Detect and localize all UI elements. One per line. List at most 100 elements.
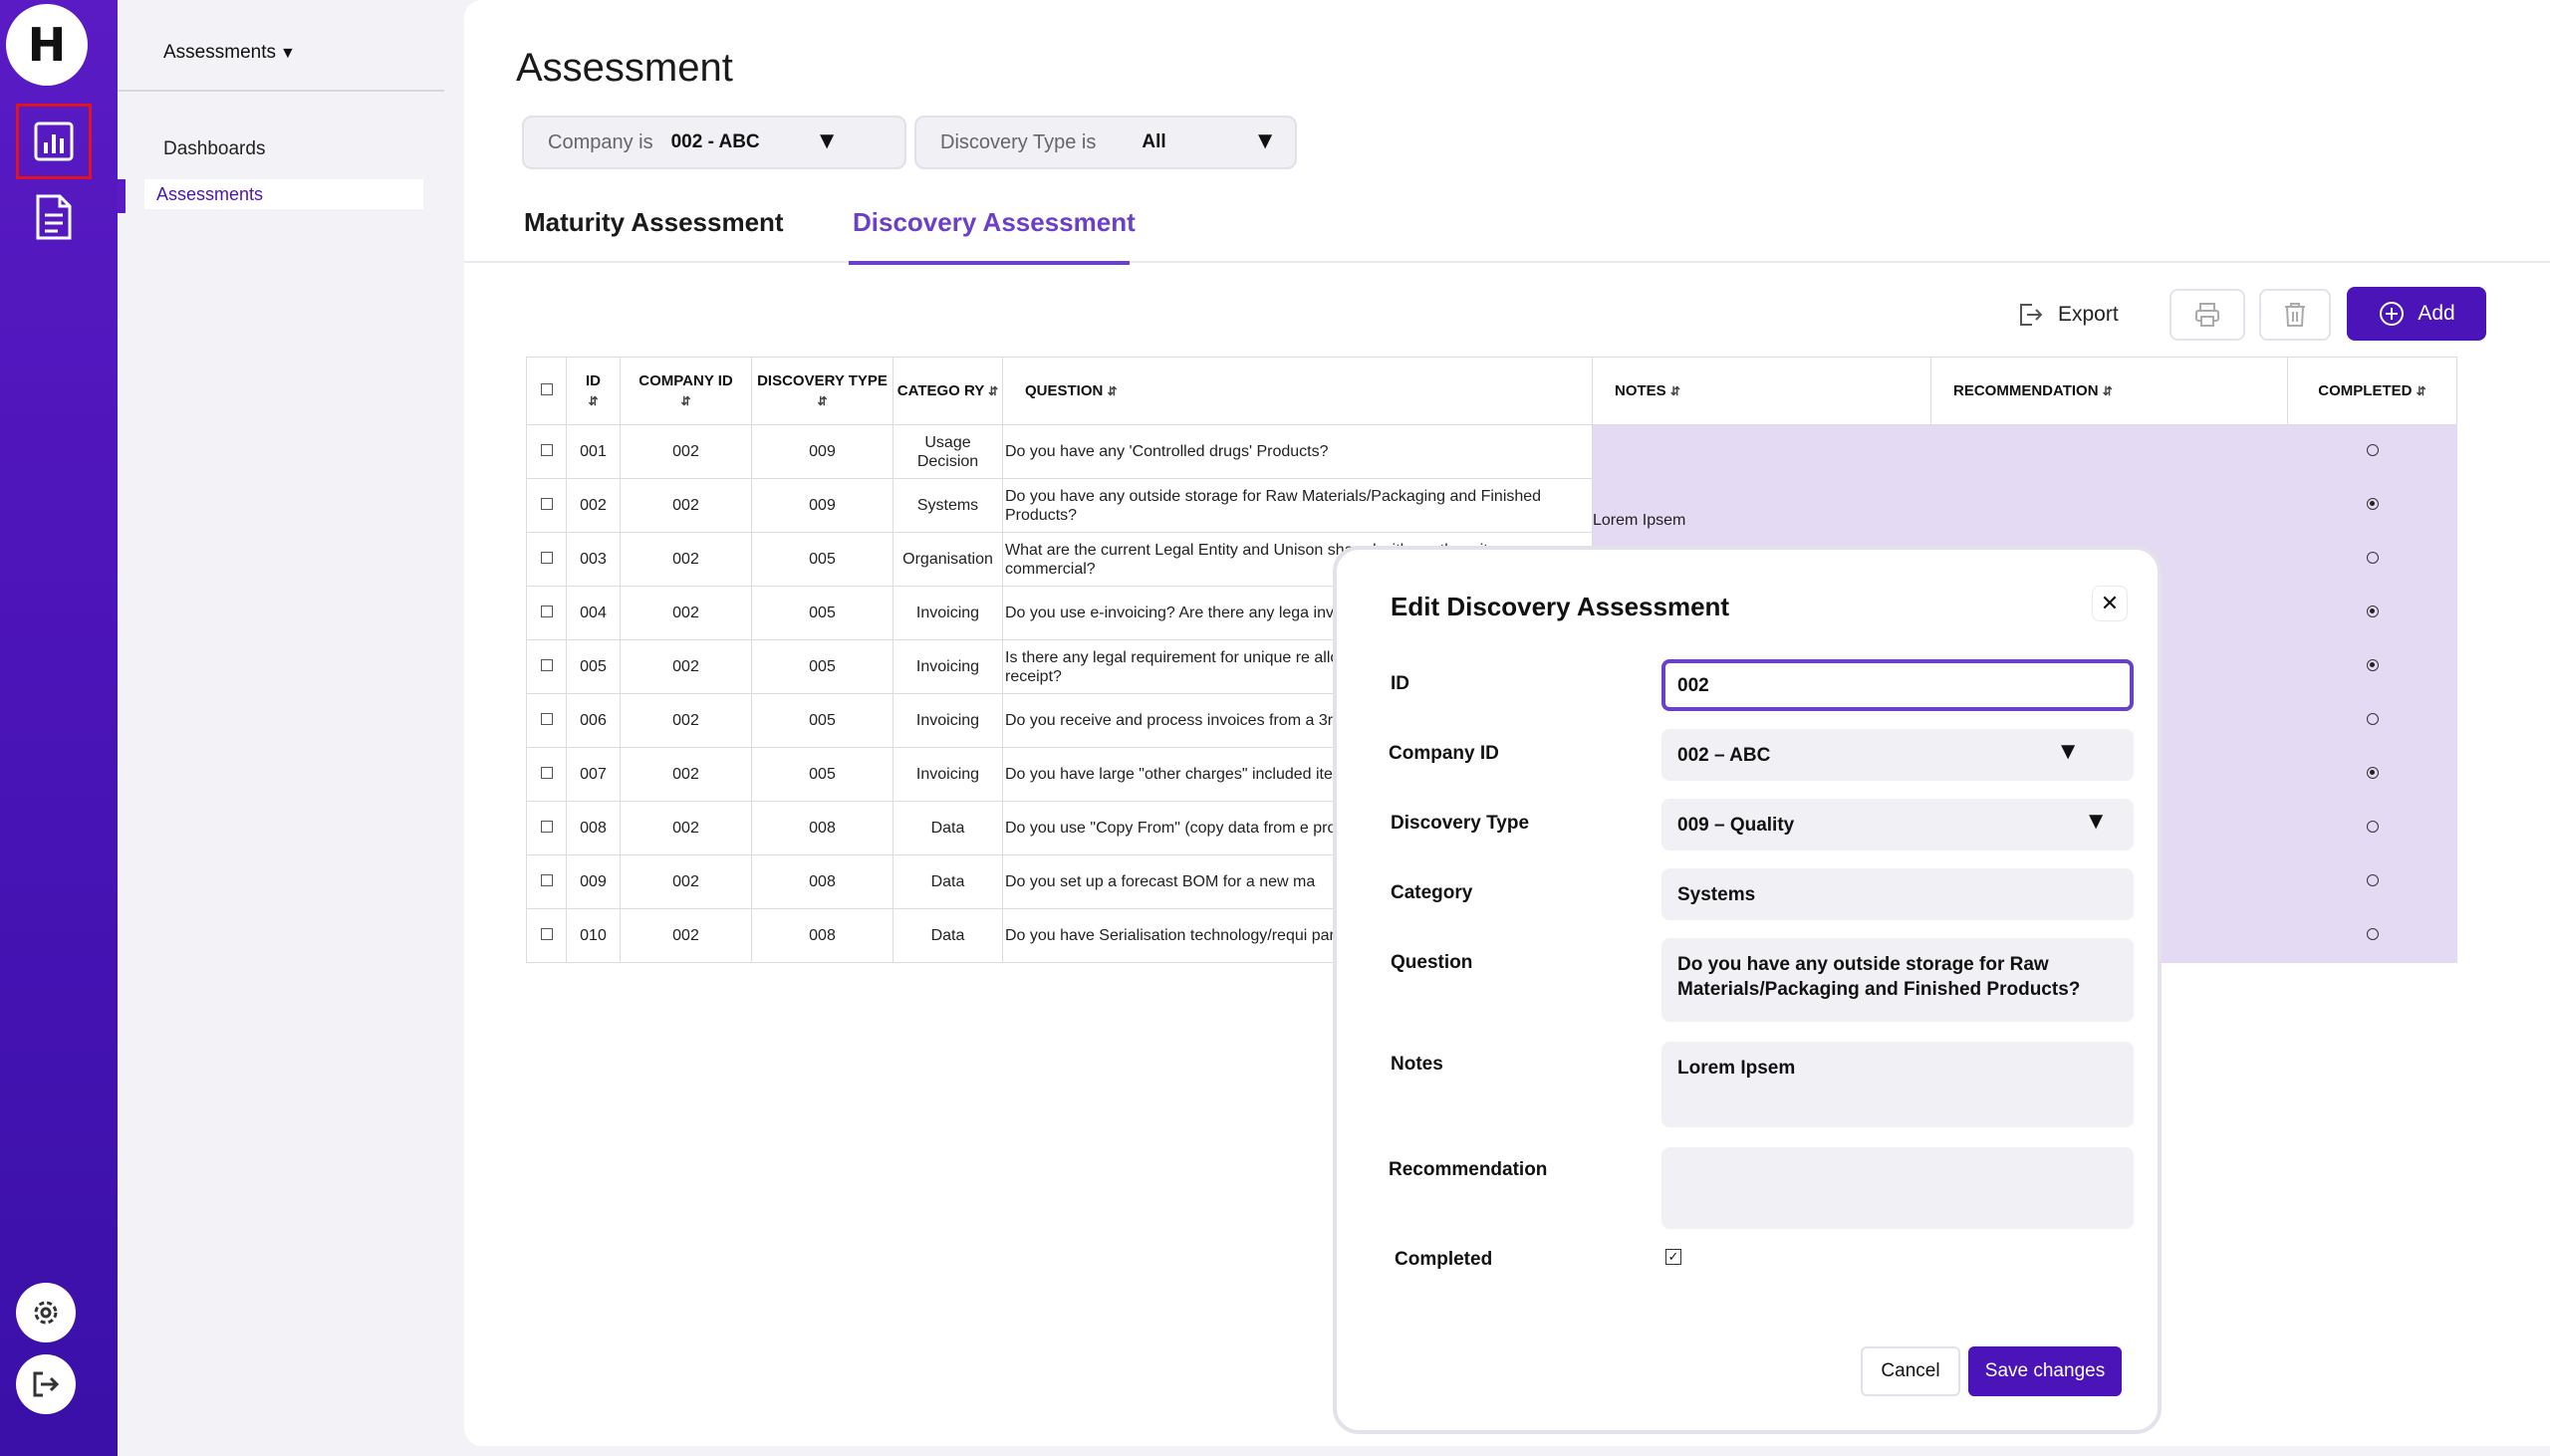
add-button[interactable]: Add [2347, 287, 2486, 341]
select-all-checkbox[interactable] [526, 357, 567, 425]
cell-completed [2287, 854, 2457, 909]
completed-radio[interactable] [2366, 928, 2379, 940]
rail-dashboard-button[interactable] [16, 104, 92, 179]
cell-discovery-type: 005 [751, 693, 893, 748]
checkbox[interactable] [540, 821, 553, 833]
column-header-company-id[interactable]: COMPANY ID ⇵ [620, 357, 752, 425]
column-header-discovery-type[interactable]: DISCOVERY TYPE ⇵ [751, 357, 893, 425]
section-dropdown[interactable]: Assessments ▼ [163, 42, 296, 64]
row-checkbox[interactable] [526, 747, 567, 802]
gear-icon [34, 1301, 58, 1325]
discovery-type-select[interactable]: 009 – Quality ▼ [1661, 799, 2134, 850]
save-changes-button[interactable]: Save changes [1968, 1346, 2122, 1396]
completed-checkbox[interactable]: ✓ [1665, 1249, 1681, 1265]
table-row[interactable]: 002 002 009 Systems Do you have any outside … [526, 478, 2457, 533]
checkbox[interactable] [540, 606, 553, 617]
completed-radio[interactable] [2366, 498, 2379, 510]
logo-letter: H [27, 18, 67, 72]
filter-label: Discovery Type is [940, 130, 1097, 153]
section-title: Assessments [163, 42, 276, 63]
print-button[interactable] [2169, 289, 2245, 341]
cancel-button[interactable]: Cancel [1861, 1346, 1960, 1396]
table-row[interactable]: 001 002 009 Usage Decision Do you have any '… [526, 424, 2457, 479]
id-label: ID [1391, 673, 1409, 694]
page-title: Assessment [516, 46, 733, 90]
id-input[interactable]: 002 [1661, 659, 2134, 711]
rail-documents-button[interactable] [16, 179, 92, 255]
tab-maturity-assessment[interactable]: Maturity Assessment [524, 207, 784, 238]
column-header-id[interactable]: ID ⇵ [566, 357, 621, 425]
cell-category: Data [892, 908, 1003, 963]
active-tab-indicator [849, 261, 1130, 265]
completed-radio[interactable] [2366, 444, 2379, 456]
close-icon[interactable]: ✕ [2092, 586, 2128, 621]
completed-radio[interactable] [2366, 713, 2379, 725]
column-header-notes[interactable]: NOTES ⇵ [1592, 357, 1931, 425]
row-checkbox[interactable] [526, 639, 567, 694]
checkbox[interactable] [540, 874, 553, 886]
cell-discovery-type: 005 [751, 586, 893, 640]
checkbox[interactable] [540, 444, 553, 456]
chevron-down-icon: ▼ [815, 127, 839, 154]
notes-textarea[interactable]: Lorem Ipsem [1661, 1042, 2134, 1127]
checkbox[interactable] [540, 659, 553, 671]
completed-radio[interactable] [2366, 821, 2379, 833]
checkbox[interactable] [540, 498, 553, 510]
completed-radio[interactable] [2366, 606, 2379, 617]
column-header-question[interactable]: QUESTION ⇵ [1002, 357, 1593, 425]
cell-id: 010 [566, 908, 621, 963]
row-checkbox[interactable] [526, 586, 567, 640]
nav-item-assessments[interactable]: Assessments [144, 179, 423, 209]
cell-completed [2287, 424, 2457, 479]
cell-completed [2287, 478, 2457, 533]
cell-category: Organisation [892, 532, 1003, 587]
column-header-recommendation[interactable]: RECOMMENDATION ⇵ [1930, 357, 2288, 425]
table-header-row: ID ⇵ COMPANY ID ⇵ DISCOVERY TYPE ⇵ CATEGO … [526, 357, 2457, 425]
completed-radio[interactable] [2366, 659, 2379, 671]
column-header-category[interactable]: CATEGO RY ⇵ [892, 357, 1003, 425]
printer-icon [2195, 303, 2219, 327]
export-button[interactable]: Export [2018, 297, 2119, 333]
cell-discovery-type: 005 [751, 532, 893, 587]
question-textarea[interactable]: Do you have any outside storage for Raw … [1661, 938, 2134, 1022]
row-checkbox[interactable] [526, 854, 567, 909]
completed-radio[interactable] [2366, 874, 2379, 886]
sort-icon: ⇵ [1669, 383, 1680, 398]
discovery-type-filter[interactable]: Discovery Type is All ▼ [914, 116, 1297, 169]
nav-item-dashboards[interactable]: Dashboards [163, 138, 265, 160]
logout-button[interactable] [16, 1354, 76, 1414]
export-label: Export [2058, 303, 2119, 326]
document-icon [36, 194, 72, 240]
company-filter[interactable]: Company is 002 - ABC ▼ [522, 116, 906, 169]
row-checkbox[interactable] [526, 424, 567, 479]
row-checkbox[interactable] [526, 478, 567, 533]
cell-category: Invoicing [892, 639, 1003, 694]
cell-company-id: 002 [620, 908, 752, 963]
add-label: Add [2418, 302, 2455, 325]
row-checkbox[interactable] [526, 693, 567, 748]
row-checkbox[interactable] [526, 801, 567, 855]
checkbox[interactable] [540, 713, 553, 725]
modal-title: Edit Discovery Assessment [1391, 592, 1730, 621]
row-checkbox[interactable] [526, 908, 567, 963]
completed-radio[interactable] [2366, 767, 2379, 779]
sort-icon: ⇵ [1107, 383, 1118, 398]
delete-button[interactable] [2259, 289, 2331, 341]
checkbox[interactable] [540, 767, 553, 779]
app-logo[interactable]: H [6, 4, 88, 86]
cell-id: 006 [566, 693, 621, 748]
checkbox[interactable] [540, 928, 553, 940]
company-id-select[interactable]: 002 – ABC ▼ [1661, 729, 2134, 781]
category-input[interactable]: Systems [1661, 868, 2134, 920]
tab-discovery-assessment[interactable]: Discovery Assessment [853, 207, 1136, 238]
edit-discovery-assessment-modal: Edit Discovery Assessment ✕ ID 002 Compa… [1333, 546, 2162, 1434]
cell-notes: Lorem Ipsem [1592, 478, 1931, 533]
row-checkbox[interactable] [526, 532, 567, 587]
cell-category: Data [892, 801, 1003, 855]
completed-radio[interactable] [2366, 552, 2379, 564]
notes-label: Notes [1391, 1054, 1443, 1075]
settings-button[interactable] [16, 1283, 76, 1342]
checkbox[interactable] [540, 552, 553, 564]
column-header-completed[interactable]: COMPLETED ⇵ [2287, 357, 2457, 425]
recommendation-textarea[interactable] [1661, 1147, 2134, 1229]
